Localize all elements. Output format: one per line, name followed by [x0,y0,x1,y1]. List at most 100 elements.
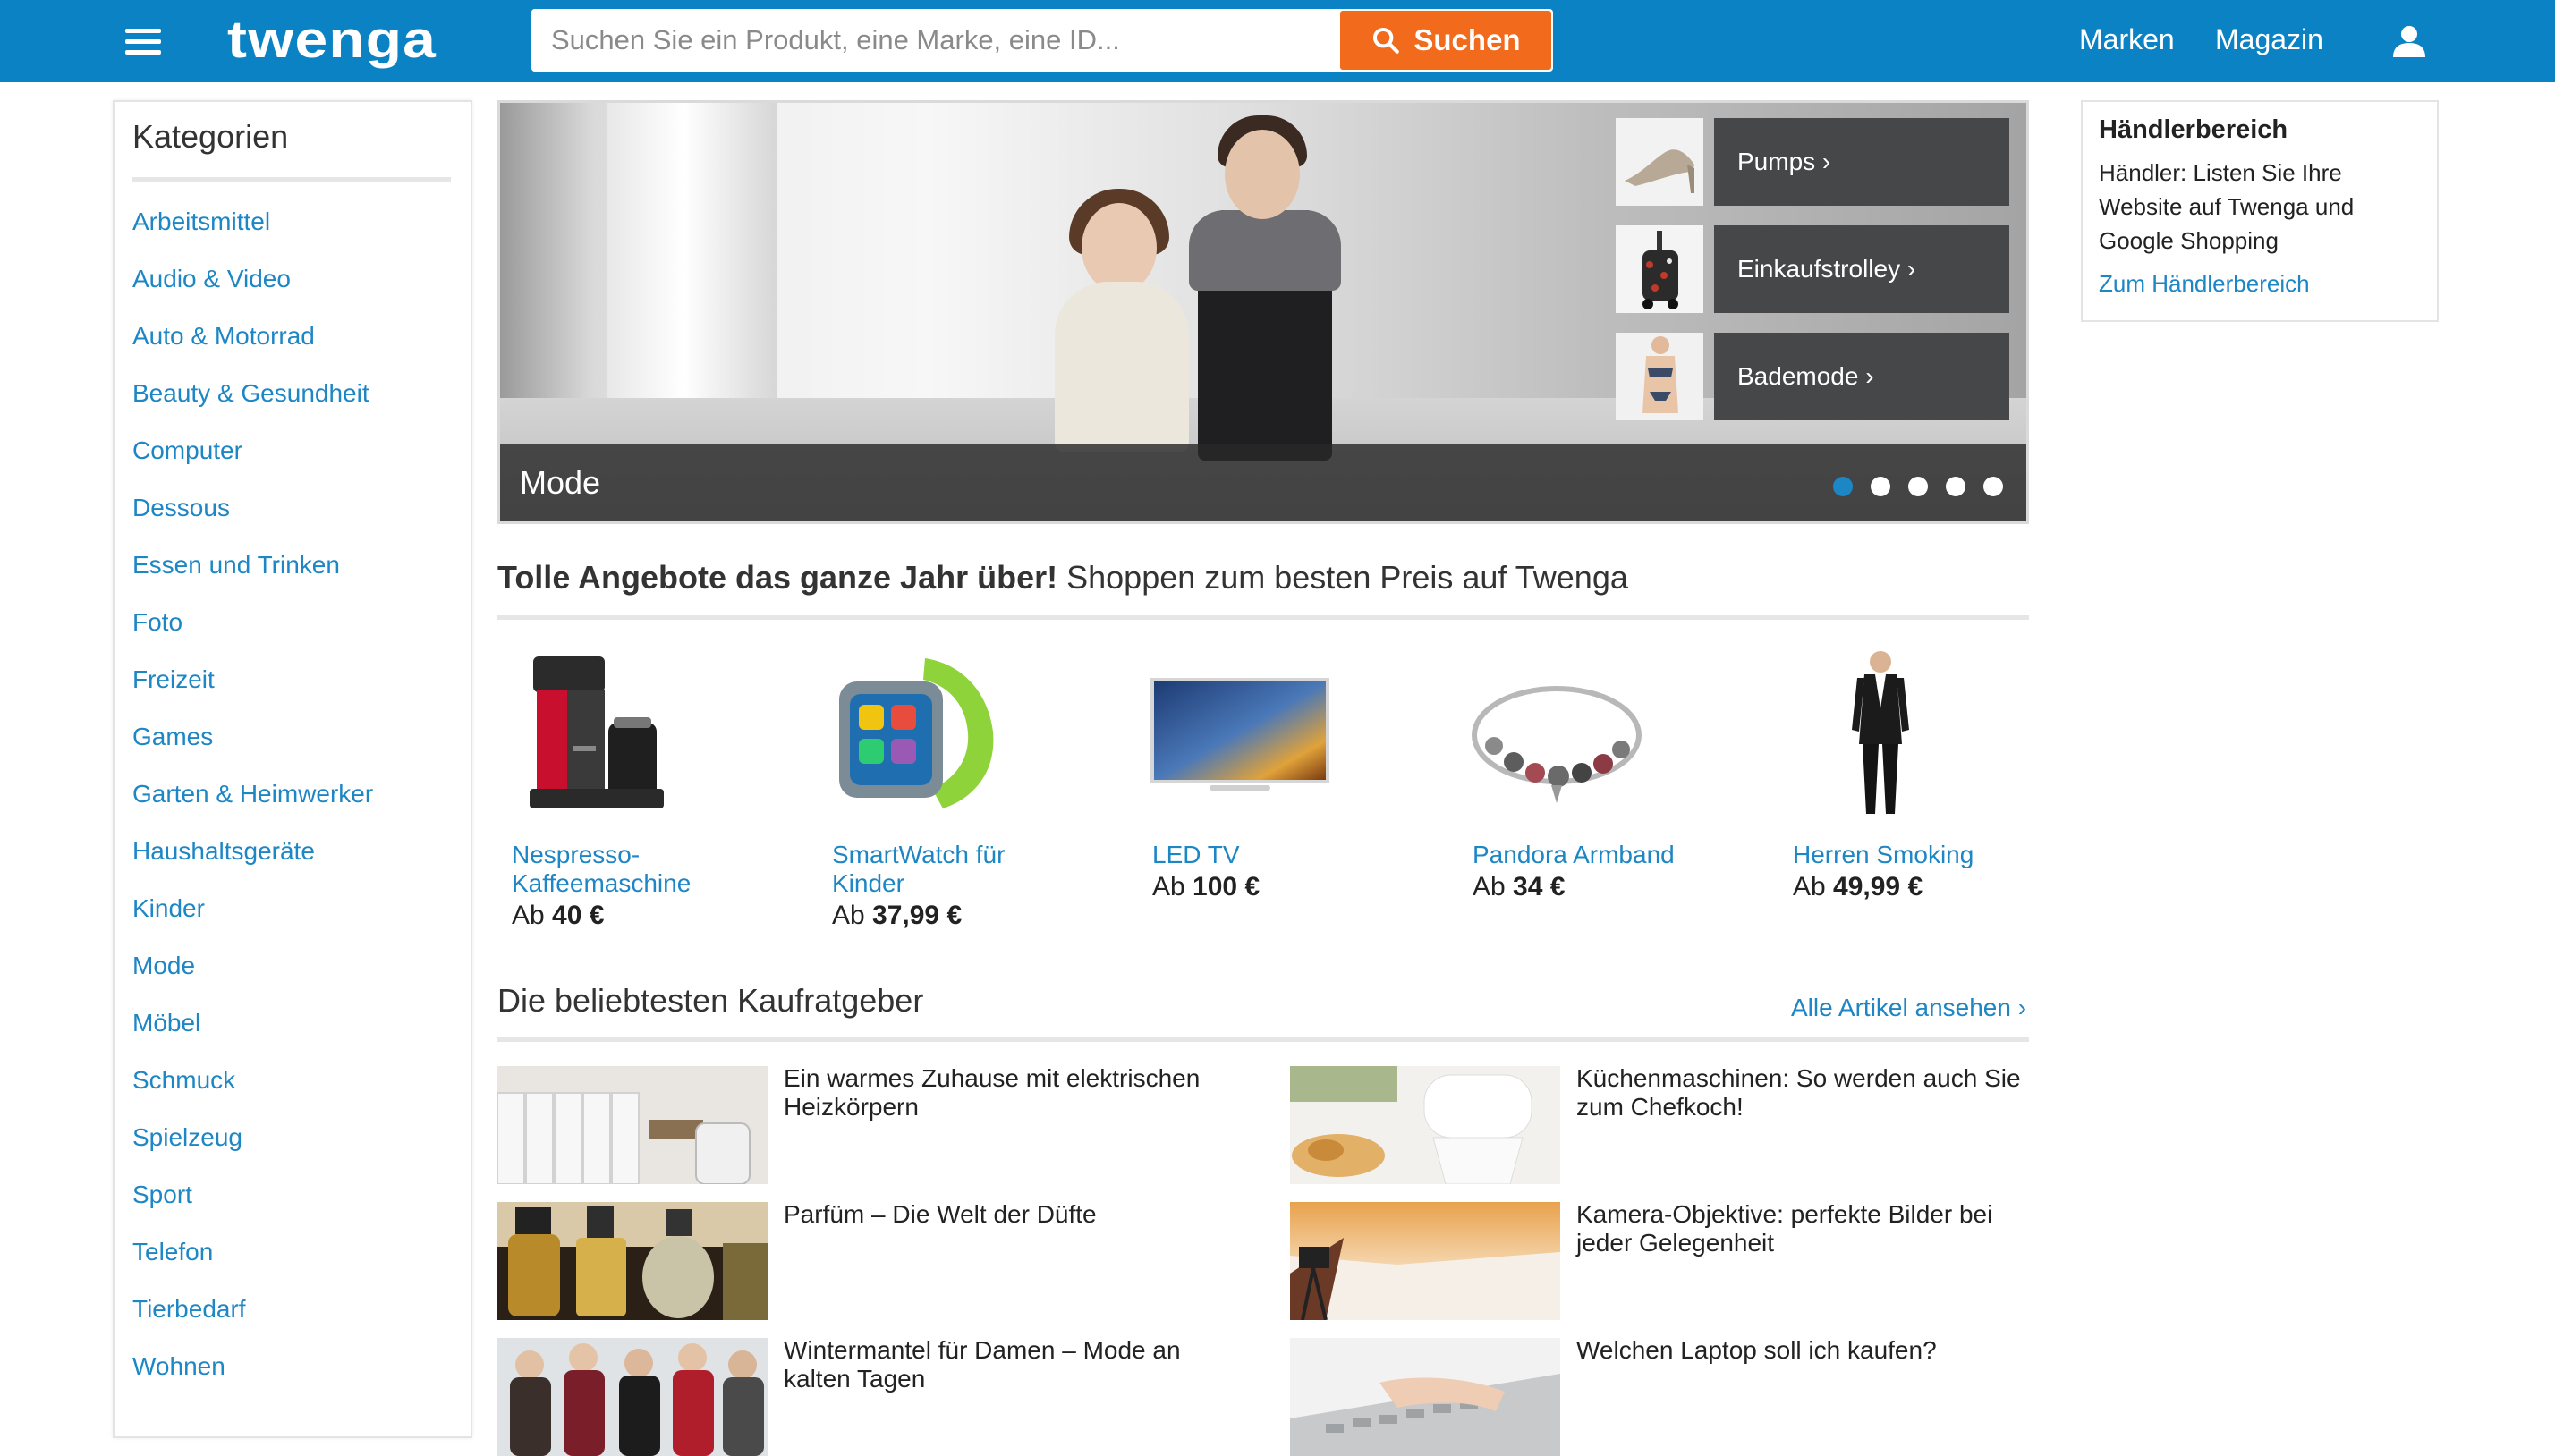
product-name-nespresso[interactable]: Nespresso-Kaffeemaschine [512,841,762,898]
carousel-dot-4[interactable] [1946,477,1965,496]
price-value: 100 € [1193,872,1261,902]
guide-title[interactable]: Parfüm – Die Welt der Düfte [784,1200,1249,1229]
category-games[interactable]: Games [132,708,373,766]
perfume-bottles-image [497,1202,768,1320]
top-header: twenga Suchen Marken Magazin [0,0,2555,82]
shopping-trolley-image [1616,225,1703,313]
guide-item-parfuem[interactable]: Parfüm – Die Welt der Düfte [497,1200,1249,1320]
svg-text:twenga: twenga [227,11,437,69]
hero-caption[interactable]: Mode [520,462,600,504]
category-garten-heimwerker[interactable]: Garten & Heimwerker [132,766,373,823]
category-moebel[interactable]: Möbel [132,995,373,1052]
guide-item-kuechenmaschinen[interactable]: Küchenmaschinen: So werden auch Sie zum … [1290,1064,2041,1184]
guide-title[interactable]: Kamera-Objektive: perfekte Bilder bei je… [1576,1200,2041,1257]
hero-model-image [1225,130,1300,219]
price-prefix: Ab [1473,872,1506,902]
category-list: Arbeitsmittel Audio & Video Auto & Motor… [132,193,373,1395]
deals-heading: Tolle Angebote das ganze Jahr über! Shop… [497,553,1628,603]
product-price-led-tv: Ab 100 € [1152,871,1260,903]
smartwatch-image [839,658,994,808]
guide-item-kamera-objektive[interactable]: Kamera-Objektive: perfekte Bilder bei je… [1290,1200,2041,1320]
product-price-smartwatch: Ab 37,99 € [832,900,962,932]
category-foto[interactable]: Foto [132,594,373,651]
coffee-machine-image [530,656,664,808]
search-bar: Suchen [531,9,1553,72]
carousel-dot-3[interactable] [1908,477,1928,496]
hero-caption-bar: Mode [500,444,2026,521]
user-account-icon[interactable] [2390,23,2428,59]
promo-link-bademode[interactable]: Bademode › [1714,333,2009,420]
promo-thumb-einkaufstrolley[interactable] [1616,225,1703,313]
guide-title[interactable]: Welchen Laptop soll ich kaufen? [1576,1336,2041,1365]
category-freizeit[interactable]: Freizeit [132,651,373,708]
nav-link-marken[interactable]: Marken [2079,20,2175,59]
sidebar-divider [132,177,451,182]
product-price-nespresso: Ab 40 € [512,900,604,932]
category-spielzeug[interactable]: Spielzeug [132,1109,373,1166]
guide-title[interactable]: Ein warmes Zuhause mit elektrischen Heiz… [784,1064,1249,1122]
guide-item-wintermantel[interactable]: Wintermantel für Damen – Mode an kalten … [497,1336,1249,1456]
bracelet-image [1472,686,1642,803]
categories-sidebar: Kategorien Arbeitsmittel Audio & Video A… [113,100,472,1438]
hero-model-image [1189,210,1341,291]
price-value: 49,99 € [1833,872,1923,902]
carousel-pagination [1833,477,2003,496]
category-dessous[interactable]: Dessous [132,479,373,537]
merchant-area-link[interactable]: Zum Händlerbereich [2099,267,2310,301]
category-telefon[interactable]: Telefon [132,1223,373,1281]
deals-divider [497,615,2029,620]
guide-item-heizkoerper[interactable]: Ein warmes Zuhause mit elektrischen Heiz… [497,1064,1249,1184]
category-sport[interactable]: Sport [132,1166,373,1223]
camera-lens-landscape-image [1290,1202,1560,1320]
carousel-dot-5[interactable] [1983,477,2003,496]
product-name-pandora[interactable]: Pandora Armband [1473,841,1723,869]
promo-thumb-pumps[interactable] [1616,118,1703,206]
product-name-smartwatch[interactable]: SmartWatch für Kinder [832,841,1082,898]
guide-title[interactable]: Küchenmaschinen: So werden auch Sie zum … [1576,1064,2041,1122]
price-prefix: Ab [512,901,545,930]
hero-carousel[interactable]: Pumps › Einkaufstrolley › Bademode › Mod… [497,100,2029,524]
category-auto-motorrad[interactable]: Auto & Motorrad [132,308,373,365]
twenga-logo[interactable]: twenga [225,7,440,86]
promo-link-pumps[interactable]: Pumps › [1714,118,2009,206]
search-icon [1373,27,1400,54]
promo-link-einkaufstrolley[interactable]: Einkaufstrolley › [1714,225,2009,313]
hamburger-menu-icon[interactable] [125,27,161,55]
nav-link-magazin[interactable]: Magazin [2215,20,2323,59]
category-tierbedarf[interactable]: Tierbedarf [132,1281,373,1338]
merchant-area-box: Händlerbereich Händler: Listen Sie Ihre … [2081,100,2439,322]
guide-title[interactable]: Wintermantel für Damen – Mode an kalten … [784,1336,1249,1393]
product-name-smoking[interactable]: Herren Smoking [1793,841,2043,869]
category-kinder[interactable]: Kinder [132,880,373,937]
category-arbeitsmittel[interactable]: Arbeitsmittel [132,193,373,250]
price-prefix: Ab [1152,872,1185,902]
search-input[interactable] [531,9,1337,72]
category-mode[interactable]: Mode [132,937,373,995]
winter-coats-image [497,1338,768,1456]
category-schmuck[interactable]: Schmuck [132,1052,373,1109]
deals-heading-bold: Tolle Angebote das ganze Jahr über! [497,559,1058,596]
carousel-dot-2[interactable] [1871,477,1890,496]
product-name-led-tv[interactable]: LED TV [1152,841,1403,869]
deals-heading-rest: Shoppen zum besten Preis auf Twenga [1057,559,1628,596]
tuxedo-image [1852,651,1909,814]
merchant-area-text: Händler: Listen Sie Ihre Website auf Twe… [2099,159,2355,254]
category-haushaltsgeraete[interactable]: Haushaltsgeräte [132,823,373,880]
carousel-dot-1[interactable] [1833,477,1853,496]
guides-heading: Die beliebtesten Kaufratgeber [497,982,924,1019]
category-wohnen[interactable]: Wohnen [132,1338,373,1395]
price-value: 37,99 € [872,901,963,930]
search-button[interactable]: Suchen [1340,11,1551,70]
price-prefix: Ab [832,901,865,930]
price-prefix: Ab [1793,872,1826,902]
category-computer[interactable]: Computer [132,422,373,479]
sidebar-title: Kategorien [132,118,289,155]
twenga-logo-wordmark: twenga [227,11,437,69]
all-articles-link[interactable]: Alle Artikel ansehen › [1791,987,2026,1029]
promo-thumb-bademode[interactable] [1616,333,1703,420]
guide-item-laptop[interactable]: Welchen Laptop soll ich kaufen? [1290,1336,2041,1456]
category-essen-trinken[interactable]: Essen und Trinken [132,537,373,594]
hero-model-image [1082,203,1157,292]
category-beauty-gesundheit[interactable]: Beauty & Gesundheit [132,365,373,422]
category-audio-video[interactable]: Audio & Video [132,250,373,308]
